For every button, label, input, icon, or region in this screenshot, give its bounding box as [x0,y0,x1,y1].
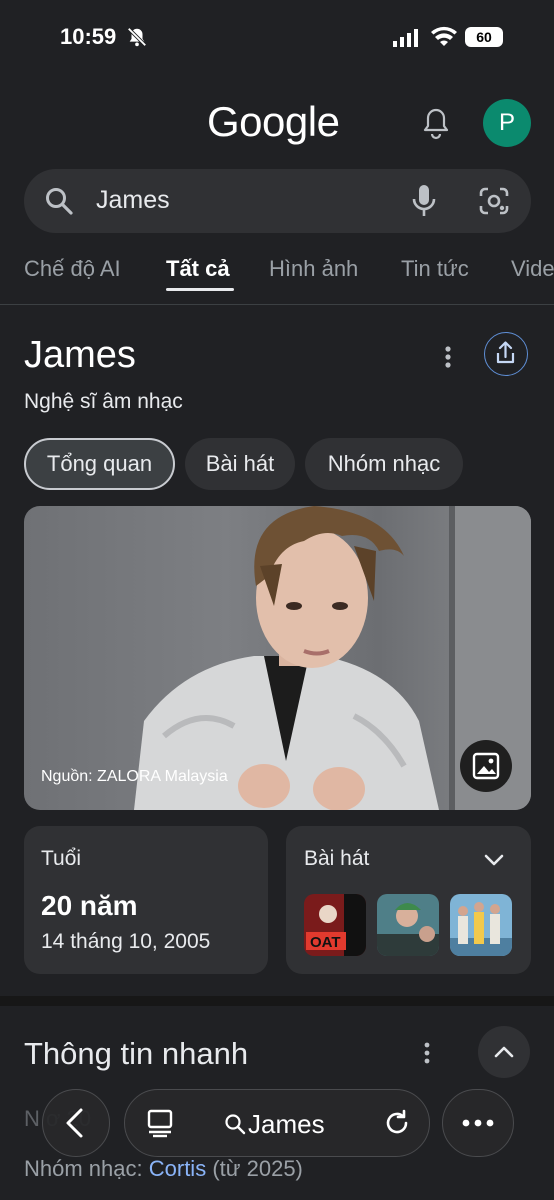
entity-subtitle: Nghệ sĩ âm nhạc [24,390,183,413]
song-thumbnail[interactable] [377,894,439,956]
search-icon [225,1114,246,1135]
image-icon [472,752,500,780]
back-button[interactable] [42,1089,110,1157]
signal-icon [393,29,418,47]
notifications-bell-icon[interactable] [420,106,452,140]
status-time: 10:59 [60,24,117,49]
age-value: 20 năm [41,890,138,921]
bell-off-icon [127,27,147,47]
entity-title: James [24,334,136,376]
more-menu-button[interactable] [442,1089,514,1157]
share-button[interactable] [484,332,528,376]
bottom-search-query[interactable]: James [248,1109,325,1140]
age-label: Tuổi [41,847,82,870]
portrait-illustration [134,506,531,810]
birth-date: 14 tháng 10, 2005 [41,930,211,953]
tab-videos[interactable]: Vide [511,256,554,282]
group-link[interactable]: Cortis [149,1156,206,1181]
songs-label: Bài hát [304,847,370,870]
chip-groups[interactable]: Nhóm nhạc [305,438,463,490]
search-icon [46,188,73,215]
fact-group-label: Nhóm nhạc: [24,1156,143,1181]
entity-photo[interactable] [24,506,531,810]
fact-group: Nhóm nhạc: Cortis (từ 2025) [24,1156,303,1182]
song-thumbnail[interactable]: OAT [304,894,366,956]
chip-songs[interactable]: Bài hát [185,438,295,490]
google-logo[interactable]: Google [207,98,340,146]
chevron-down-icon[interactable] [482,850,506,870]
tab-all[interactable]: Tất cả [166,256,230,282]
google-lens-icon[interactable] [478,186,510,216]
chip-overview[interactable]: Tổng quan [24,438,175,490]
tab-news[interactable]: Tin tức [401,256,469,282]
chevron-left-icon [66,1108,83,1138]
active-tab-indicator [166,288,234,291]
tab-images[interactable]: Hình ảnh [269,256,358,282]
more-horizontal-icon [462,1119,494,1127]
battery-indicator: 60 [465,27,503,47]
tabs-divider [0,304,554,305]
more-options-icon[interactable] [438,343,458,371]
share-icon [496,341,515,364]
svg-text:OAT: OAT [310,934,341,951]
tab-ai-mode[interactable]: Chế độ AI [24,256,121,282]
microphone-icon[interactable] [410,183,438,219]
chevron-up-icon [494,1046,514,1058]
song-thumbnail[interactable] [450,894,512,956]
image-source-caption: Nguồn: ZALORA Malaysia [41,768,228,785]
reload-icon[interactable] [382,1108,412,1138]
section-divider [0,996,554,1006]
collapse-button[interactable] [478,1026,530,1078]
search-input[interactable]: James [96,186,170,215]
quick-info-title: Thông tin nhanh [24,1036,249,1071]
tabs-icon[interactable] [145,1108,175,1138]
wifi-icon [431,26,457,46]
more-options-icon[interactable] [418,1040,436,1066]
fact-group-suffix: (từ 2025) [212,1156,303,1181]
account-avatar[interactable]: P [483,99,531,147]
view-images-button[interactable] [460,740,512,792]
